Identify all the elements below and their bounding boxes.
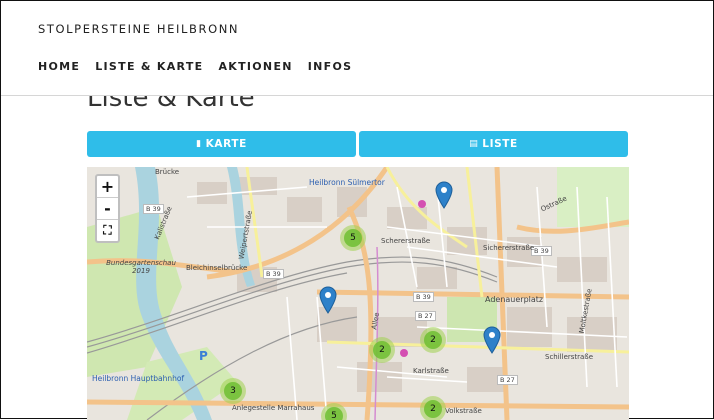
site-header: STOLPERSTEINE HEILBRONN HOME LISTE & KAR…: [1, 1, 713, 96]
map-view[interactable]: P Brücke Heilbronn Sülmertor Kalistraße …: [87, 167, 629, 420]
fullscreen-icon[interactable]: ⛶: [97, 220, 118, 241]
map-label-adenauerplatz: Adenauerplatz: [485, 295, 544, 304]
marker-cluster[interactable]: 2: [369, 337, 395, 363]
map-label-volkstrasse: Volkstraße: [445, 407, 482, 415]
marker-cluster[interactable]: 2: [420, 396, 446, 420]
map-label-b27-a: B 27: [415, 311, 436, 321]
map-icon: ▮: [196, 139, 202, 149]
map-label-karlstrasse: Karlstraße: [413, 367, 449, 375]
map-label-bruecke: Brücke: [155, 168, 180, 176]
marker-cluster[interactable]: 2: [420, 327, 446, 353]
map-pin-icon[interactable]: [319, 286, 337, 314]
map-label-b39-b: B 39: [263, 269, 284, 279]
marker-cluster[interactable]: 5: [340, 225, 366, 251]
main-nav: HOME LISTE & KARTE AKTIONEN INFOS: [38, 60, 367, 73]
map-label-b39-a: B 39: [143, 204, 164, 214]
map-label-bleichinselbruecke: Bleichinselbrücke: [186, 264, 248, 272]
cluster-count: 5: [325, 407, 343, 420]
nav-item-aktionen[interactable]: AKTIONEN: [218, 60, 292, 73]
cluster-count: 2: [424, 400, 442, 418]
map-label-b39-c: B 39: [413, 292, 434, 302]
cluster-count: 2: [424, 331, 442, 349]
map-label-b27-b: B 27: [497, 375, 518, 385]
karte-button[interactable]: ▮ KARTE: [87, 131, 356, 157]
map-label-hauptbahnhof: Heilbronn Hauptbahnhof: [92, 374, 185, 383]
cluster-count: 5: [344, 229, 362, 247]
liste-button[interactable]: ▤ LISTE: [359, 131, 628, 157]
zoom-control: + - ⛶: [95, 174, 120, 243]
karte-button-label: KARTE: [205, 138, 247, 150]
marker-cluster[interactable]: 3: [220, 378, 246, 404]
map-pin-icon[interactable]: [483, 326, 501, 354]
map-label-buga: Bundesgartenschau 2019: [106, 259, 176, 275]
svg-text:P: P: [199, 349, 208, 363]
nav-item-infos[interactable]: INFOS: [308, 60, 353, 73]
liste-button-label: LISTE: [482, 138, 518, 150]
map-label-sichererstrasse: Sichererstraße: [483, 244, 535, 252]
zoom-in-button[interactable]: +: [97, 176, 118, 198]
zoom-out-button[interactable]: -: [97, 198, 118, 220]
map-label-schillerstrasse: Schillerstraße: [545, 353, 594, 361]
cluster-count: 3: [224, 382, 242, 400]
map-pin-icon[interactable]: [435, 181, 453, 209]
map-label-anlegestelle: Anlegestelle Marrahaus: [232, 404, 315, 412]
map-label-schererstrasse: Schererstraße: [381, 237, 431, 245]
site-title[interactable]: STOLPERSTEINE HEILBRONN: [38, 22, 239, 36]
list-icon: ▤: [469, 139, 479, 149]
nav-item-liste-karte[interactable]: LISTE & KARTE: [95, 60, 203, 73]
nav-item-home[interactable]: HOME: [38, 60, 80, 73]
cluster-count: 2: [373, 341, 391, 359]
map-label-suelmertor: Heilbronn Sülmertor: [309, 178, 385, 187]
